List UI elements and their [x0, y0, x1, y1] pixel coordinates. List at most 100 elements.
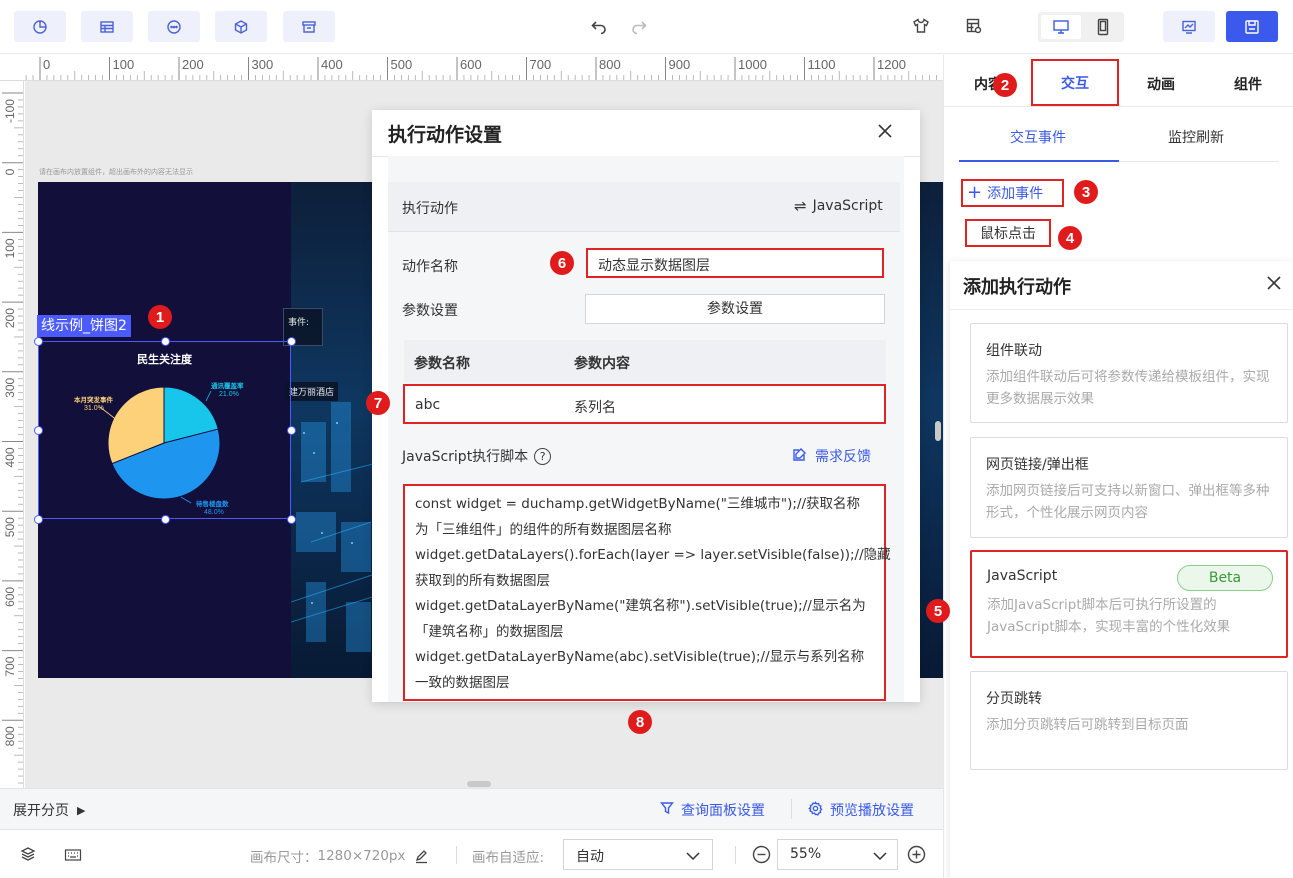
ruler-tick-label: 500 — [391, 57, 413, 72]
beta-badge: Beta — [1177, 565, 1273, 591]
ruler-tick-label: 1000 — [738, 57, 767, 72]
ruler-tick-label: 1200 — [877, 57, 906, 72]
city-hotel-label: 建万丽酒店 — [285, 382, 339, 401]
zoom-out-icon[interactable] — [752, 845, 772, 865]
shirt-icon[interactable] — [910, 15, 932, 37]
top-toolbar — [0, 0, 1293, 54]
script-label-row: JavaScript执行脚本 ? — [402, 446, 552, 466]
ruler-tick-label: 600 — [460, 57, 482, 72]
swap-icon: ⇌ — [794, 197, 807, 215]
resize-handle[interactable] — [34, 337, 43, 346]
action-card-web-link[interactable]: 网页链接/弹出框 添加网页链接后可支持以新窗口、弹出框等多种形式，个性化展示网页… — [970, 437, 1288, 538]
zoom-in-icon[interactable] — [907, 845, 927, 865]
separator — [735, 846, 736, 864]
tab-animation[interactable]: 动画 — [1147, 74, 1175, 94]
expand-pages-button[interactable]: 展开分页 ▶ — [13, 800, 85, 820]
status-bar: 画布尺寸： 1280×720px 画布自适应: 自动 55% — [0, 829, 943, 878]
ellipsis-circle-icon[interactable] — [148, 11, 200, 42]
close-icon[interactable] — [1266, 275, 1284, 293]
action-type-switch[interactable]: ⇌ JavaScript — [794, 197, 883, 215]
param-setting-label: 参数设置 — [402, 303, 458, 319]
card-desc: 添加组件联动后可将参数传递给模板组件，实现更多数据展示效果 — [986, 369, 1270, 407]
resize-handle[interactable] — [34, 426, 43, 435]
step-badge-2: 2 — [993, 73, 1017, 97]
param-setting-button[interactable]: 参数设置 — [585, 294, 885, 324]
table-icon[interactable] — [81, 11, 133, 42]
resize-handle[interactable] — [287, 515, 296, 524]
query-panel-settings[interactable]: 查询面板设置 — [660, 800, 765, 820]
add-action-panel: 添加执行动作 组件联动 添加组件联动后可将参数传递给模板组件，实现更多数据展示效… — [950, 261, 1293, 878]
action-settings-dialog: 执行动作设置 执行动作 ⇌ JavaScript 动作名称 动态显示数据图层 参… — [372, 110, 920, 702]
ruler-tick-label: 300 — [3, 377, 17, 397]
resize-handle[interactable] — [34, 515, 43, 524]
ruler-left: -100 0 100 200 300 400 500 600 700 800 — [0, 81, 24, 788]
layers-icon[interactable] — [20, 846, 36, 862]
add-event-button[interactable]: + 添加事件 — [961, 179, 1064, 207]
pencil-icon[interactable] — [414, 849, 429, 864]
chart-pie-icon[interactable] — [14, 11, 66, 42]
card-title: 网页链接/弹出框 — [986, 457, 1089, 473]
redo-icon[interactable] — [628, 14, 650, 38]
action-name-input[interactable]: 动态显示数据图层 — [586, 248, 884, 278]
separator — [456, 846, 457, 864]
grid-settings-icon[interactable] — [963, 15, 985, 37]
mobile-icon[interactable] — [1088, 15, 1118, 39]
script-line: 「建筑名称」的数据图层 — [415, 623, 564, 640]
action-card-component-link[interactable]: 组件联动 添加组件联动后可将参数传递给模板组件，实现更多数据展示效果 — [970, 323, 1288, 423]
save-icon[interactable] — [1226, 11, 1278, 42]
step-badge-1: 1 — [148, 305, 172, 329]
close-icon[interactable] — [876, 122, 896, 142]
page-bar: 展开分页 ▶ 查询面板设置 预览播放设置 — [0, 788, 943, 829]
pie-chart-svg: 通讯覆盖率21.0% 待售楼盘数48.0% 本月突发事件31.0% — [74, 381, 244, 516]
adapt-select-value: 自动 — [576, 849, 604, 865]
subtab-events[interactable]: 交互事件 — [1010, 127, 1066, 147]
archive-icon[interactable] — [283, 11, 335, 42]
table-row[interactable]: abc 系列名 — [403, 384, 886, 424]
add-action-title: 添加执行动作 — [963, 277, 1071, 298]
resize-handle[interactable] — [287, 426, 296, 435]
right-panel: 内容 交互 动画 组件 交互事件 监控刷新 + 添加事件 鼠标点击 添加执行动作… — [943, 55, 1293, 878]
script-label: JavaScript执行脚本 — [402, 449, 529, 465]
filter-icon — [660, 801, 674, 819]
preview-settings[interactable]: 预览播放设置 — [808, 800, 914, 820]
vertical-scroll-thumb[interactable] — [935, 421, 941, 441]
action-card-page-jump[interactable]: 分页跳转 添加分页跳转后可跳转到目标页面 — [970, 671, 1288, 770]
card-title: 分页跳转 — [986, 691, 1042, 707]
horizontal-scroll-thumb[interactable] — [467, 781, 491, 787]
resize-handle[interactable] — [287, 337, 296, 346]
cube-icon[interactable] — [215, 11, 267, 42]
adapt-label: 画布自适应: — [472, 850, 545, 866]
help-circle-icon[interactable]: ? — [534, 447, 552, 465]
action-card-javascript[interactable]: JavaScript Beta 添加JavaScript脚本后可执行所设置的Ja… — [970, 550, 1288, 658]
pie-chart-widget[interactable]: 民生关注度 通讯覆盖率 21.0% 待售楼盘数 48.0% 本月突发事件 31.0% — [38, 341, 291, 519]
feedback-label: 需求反馈 — [815, 449, 871, 465]
resize-handle[interactable] — [160, 515, 170, 524]
feedback-link[interactable]: 需求反馈 — [792, 446, 871, 466]
triangle-right-icon: ▶ — [77, 803, 86, 817]
undo-icon[interactable] — [588, 14, 610, 38]
preview-chart-icon[interactable] — [1163, 11, 1215, 42]
param-name-cell: abc — [415, 397, 441, 413]
widget-name-tag[interactable]: 线示例_饼图2 — [37, 315, 131, 337]
ruler-tick-label: 400 — [3, 447, 17, 467]
resize-handle[interactable] — [160, 337, 170, 346]
pie-category-label: 本月突发事件 — [74, 395, 114, 404]
ruler-tick-label: -100 — [3, 99, 17, 123]
adapt-select[interactable]: 自动 — [563, 839, 713, 870]
tab-interaction[interactable]: 交互 — [1031, 59, 1119, 106]
keyboard-icon[interactable] — [64, 847, 82, 861]
script-line: widget.getDataLayerByName("建筑名称").setVis… — [415, 598, 866, 614]
desktop-icon[interactable] — [1041, 15, 1081, 39]
script-line: 一致的数据图层 — [415, 674, 510, 691]
event-item-click[interactable]: 鼠标点击 — [965, 219, 1051, 247]
city-event-label: 事件: — [288, 318, 310, 328]
canvas-size-label: 画布尺寸： — [250, 850, 318, 866]
subtab-monitor[interactable]: 监控刷新 — [1168, 127, 1224, 147]
zoom-select[interactable]: 55% — [777, 839, 898, 870]
ruler-tick-label: 700 — [3, 656, 17, 676]
step-badge-8: 8 — [628, 710, 652, 734]
canvas-size-value: 1280×720px — [317, 848, 406, 864]
script-editor[interactable]: const widget = duchamp.getWidgetByName("… — [403, 484, 891, 701]
pie-category-label: 通讯覆盖率 — [211, 381, 244, 390]
tab-components[interactable]: 组件 — [1234, 74, 1262, 94]
